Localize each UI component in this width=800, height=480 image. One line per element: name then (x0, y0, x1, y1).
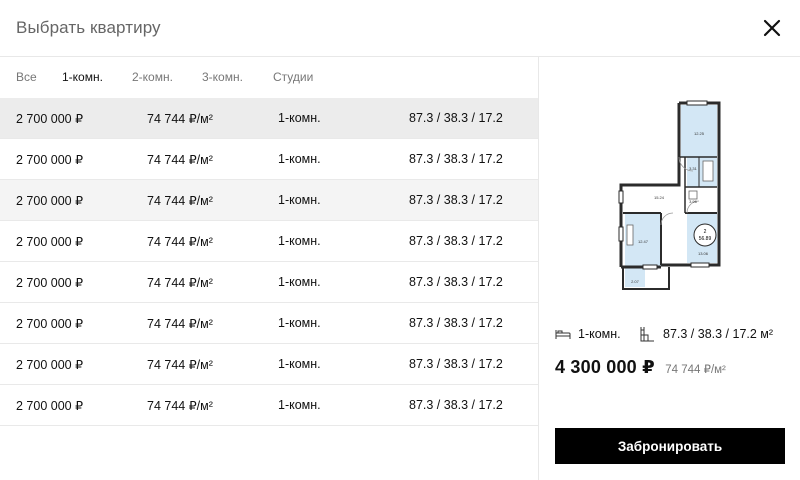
detail-price: 4 300 000 ₽ (555, 357, 655, 377)
row-price: 2 700 000 ₽ (16, 153, 84, 167)
row-price: 2 700 000 ₽ (16, 276, 84, 290)
row-rooms: 1-комн. (278, 316, 321, 330)
row-price-per-m2: 74 744 ₽/м² (147, 276, 213, 290)
row-rooms: 1-комн. (278, 275, 321, 289)
row-price-per-m2: 74 744 ₽/м² (147, 399, 213, 413)
row-price: 2 700 000 ₽ (16, 235, 84, 249)
row-price: 2 700 000 ₽ (16, 358, 84, 372)
close-button[interactable] (760, 16, 784, 40)
room-filter-tabs: Все 1-комн. 2-комн. 3-комн. Студии (0, 57, 538, 98)
row-area: 87.3 / 38.3 / 17.2 (409, 316, 503, 330)
row-area: 87.3 / 38.3 / 17.2 (409, 357, 503, 371)
apartment-row[interactable]: 2 700 000 ₽ 74 744 ₽/м² 1-комн. 87.3 / 3… (0, 221, 538, 262)
room-badge (693, 223, 717, 247)
book-button[interactable]: Забронировать (555, 428, 785, 464)
row-rooms: 1-комн. (278, 398, 321, 412)
apartment-row[interactable]: 2 700 000 ₽ 74 744 ₽/м² 1-комн. 87.3 / 3… (0, 98, 538, 139)
row-price-per-m2: 74 744 ₽/м² (147, 153, 213, 167)
apartment-row[interactable]: 2 700 000 ₽ 74 744 ₽/м² 1-комн. 87.3 / 3… (0, 180, 538, 221)
floorplan-drawing: 2 56.89 12.25 3.31 3.96 15.24 13.06 12.4… (618, 100, 721, 290)
apartment-detail-panel: 2 56.89 12.25 3.31 3.96 15.24 13.06 12.4… (538, 57, 800, 480)
apartment-row[interactable]: 2 700 000 ₽ 74 744 ₽/м² 1-комн. 87.3 / 3… (0, 303, 538, 344)
row-rooms: 1-комн. (278, 234, 321, 248)
tab-studios[interactable]: Студии (273, 70, 313, 84)
room-top-label: 12.25 (694, 131, 705, 136)
balcony-label: 2.07 (631, 279, 640, 284)
room-badge-area: 56.89 (699, 236, 712, 242)
bed-icon (555, 328, 571, 343)
close-icon[interactable] (760, 16, 784, 40)
detail-price-per-m2: 74 744 ₽/м² (665, 364, 726, 376)
row-area: 87.3 / 38.3 / 17.2 (409, 234, 503, 248)
room-badge-num: 2 (704, 229, 707, 235)
row-price-per-m2: 74 744 ₽/м² (147, 358, 213, 372)
area-plan-icon (639, 326, 655, 345)
tab-1-room[interactable]: 1-комн. (62, 70, 103, 84)
row-area: 87.3 / 38.3 / 17.2 (409, 152, 503, 166)
bath1-label: 3.31 (689, 166, 698, 171)
tab-3-room[interactable]: 3-комн. (202, 70, 243, 84)
row-area: 87.3 / 38.3 / 17.2 (409, 398, 503, 412)
row-area: 87.3 / 38.3 / 17.2 (409, 111, 503, 125)
row-price: 2 700 000 ₽ (16, 399, 84, 413)
row-rooms: 1-комн. (278, 152, 321, 166)
row-rooms: 1-комн. (278, 193, 321, 207)
detail-area: 87.3 / 38.3 / 17.2 м² (663, 327, 774, 341)
row-area: 87.3 / 38.3 / 17.2 (409, 193, 503, 207)
detail-price-line: 4 300 000 ₽ 74 744 ₽/м² (555, 357, 726, 378)
apartment-row[interactable]: 2 700 000 ₽ 74 744 ₽/м² 1-комн. 87.3 / 3… (0, 139, 538, 180)
balcony-fill (625, 267, 645, 287)
apartment-list-panel: Все 1-комн. 2-комн. 3-комн. Студии 2 700… (0, 57, 538, 480)
row-price: 2 700 000 ₽ (16, 317, 84, 331)
apartment-row[interactable]: 2 700 000 ₽ 74 744 ₽/м² 1-комн. 87.3 / 3… (0, 385, 538, 426)
row-price-per-m2: 74 744 ₽/м² (147, 112, 213, 126)
row-price: 2 700 000 ₽ (16, 112, 84, 126)
hall-label: 15.24 (654, 195, 665, 200)
kitchen-label: 12.47 (638, 239, 649, 244)
row-area: 87.3 / 38.3 / 17.2 (409, 275, 503, 289)
floorplan-image: 2 56.89 12.25 3.31 3.96 15.24 13.06 12.4… (599, 95, 749, 305)
row-rooms: 1-комн. (278, 111, 321, 125)
row-price-per-m2: 74 744 ₽/м² (147, 194, 213, 208)
apartment-list: 2 700 000 ₽ 74 744 ₽/м² 1-комн. 87.3 / 3… (0, 98, 538, 426)
detail-rooms: 1-комн. (578, 327, 621, 341)
apartment-row[interactable]: 2 700 000 ₽ 74 744 ₽/м² 1-комн. 87.3 / 3… (0, 262, 538, 303)
row-rooms: 1-комн. (278, 357, 321, 371)
bath2-label: 3.96 (689, 199, 698, 204)
tab-2-room[interactable]: 2-комн. (132, 70, 173, 84)
row-price-per-m2: 74 744 ₽/м² (147, 235, 213, 249)
tab-all[interactable]: Все (16, 70, 37, 84)
modal-header: Выбрать квартиру (0, 0, 800, 57)
row-price: 2 700 000 ₽ (16, 194, 84, 208)
row-price-per-m2: 74 744 ₽/м² (147, 317, 213, 331)
apartment-row[interactable]: 2 700 000 ₽ 74 744 ₽/м² 1-комн. 87.3 / 3… (0, 344, 538, 385)
modal-title: Выбрать квартиру (16, 18, 161, 37)
main-room-label: 13.06 (698, 251, 709, 256)
